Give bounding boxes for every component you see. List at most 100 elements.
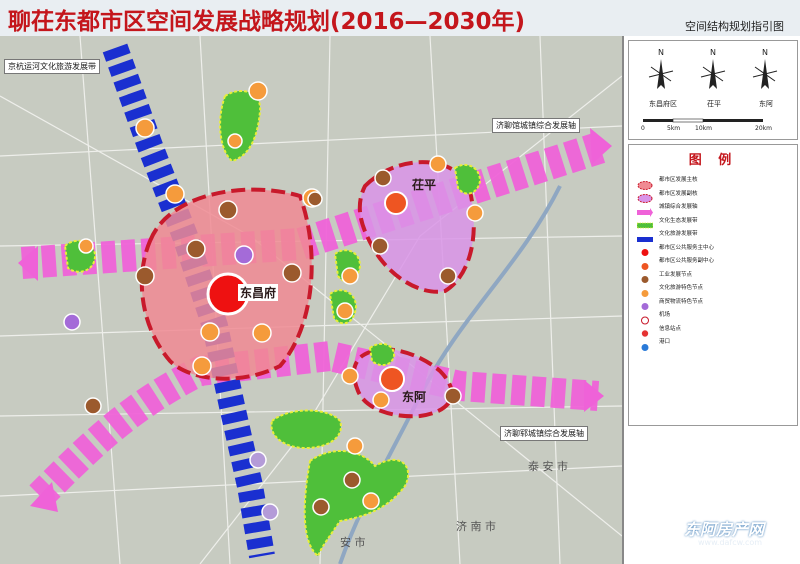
legend-item: 港口 <box>637 335 793 351</box>
watermark-url: www.dafcw.com <box>698 538 763 547</box>
svg-text:N: N <box>762 48 768 57</box>
north-center-dot <box>384 191 408 215</box>
eco-patch-5 <box>368 342 395 367</box>
legend-item-label: 都市区公共服务副中心 <box>659 258 715 264</box>
legend-item-label: 文化生态发展带 <box>659 217 698 224</box>
logistics-node <box>261 503 279 521</box>
compass-label-1: 东昌府区 <box>649 100 677 108</box>
legend-item-label: 城镇综合发展轴 <box>659 204 698 210</box>
industry-node <box>374 169 392 187</box>
north-city-label: 茌平 <box>412 178 437 192</box>
culture-node <box>248 81 268 101</box>
scale-bar <box>643 118 763 123</box>
title-bar: 聊茌东都市区空间发展战略规划(2016—2030年) 空间结构规划指引图 <box>0 0 800 36</box>
east-city-label: 东阿 <box>402 390 427 404</box>
compass-label-3: 东阿 <box>759 100 773 108</box>
watermark-text: 东阿房产网 <box>684 520 765 539</box>
legend-item-label: 文化旅游特色节点 <box>659 285 704 291</box>
legend-item: 信息站点 <box>637 322 793 338</box>
industry-node <box>439 267 457 285</box>
legend-item: 都市区发展副核 <box>637 187 793 203</box>
industry-node <box>312 498 330 516</box>
house-logo-icon <box>642 520 682 554</box>
culture-node <box>466 204 484 222</box>
eco-corridor-icon <box>636 215 654 229</box>
logistics-node <box>63 313 81 331</box>
legend-item: 工业发展节点 <box>637 268 793 283</box>
legend-item: 文化旅游特色节点 <box>637 281 793 297</box>
east-center-dot <box>379 366 405 392</box>
an-label: 安 市 <box>340 536 366 549</box>
legend-item-label: 商贸物流特色节点 <box>659 298 704 305</box>
culture-node <box>429 155 447 173</box>
scale-label-10: 10km <box>695 125 712 132</box>
culture-node <box>346 437 364 455</box>
culture-node <box>200 322 220 342</box>
legend-item: 文化生态发展带 <box>636 214 793 229</box>
legend-item-label: 信息站点 <box>659 325 682 332</box>
orange-dot-icon <box>637 283 653 297</box>
map-subtitle: 空间结构规划指引图 <box>685 20 784 33</box>
purple-dot-icon <box>637 296 653 310</box>
culture-node <box>336 302 354 320</box>
culture-node <box>341 367 359 385</box>
industry-node <box>343 471 361 489</box>
culture-node <box>192 356 212 376</box>
industry-node <box>371 237 389 255</box>
culture-node <box>227 133 243 149</box>
map-canvas <box>0 36 622 564</box>
svg-text:N: N <box>658 48 664 57</box>
red-dot-icon <box>637 242 653 256</box>
legend-item: 都市区公共服务主中心 <box>637 241 793 256</box>
culture-node <box>165 184 185 204</box>
industry-node <box>444 387 462 405</box>
jinan-label: 济 南 市 <box>456 520 496 533</box>
legend-item-label: 工业发展节点 <box>659 271 693 278</box>
map-area[interactable]: 京杭运河文化旅游发展带 济聊馆城镇综合发展轴 济聊郓城镇综合发展轴 东昌府 茌平… <box>0 36 622 564</box>
logistics-node <box>234 245 254 265</box>
brown-dot-icon <box>637 269 653 283</box>
north-arrow-icon: N <box>752 48 778 89</box>
main-city-label: 东昌府 <box>238 284 279 301</box>
compass-label-2: 茌平 <box>707 100 721 108</box>
canal-axis-label: 京杭运河文化旅游发展带 <box>4 59 100 74</box>
sub-area-icon <box>637 188 653 203</box>
legend-item: 文化旅游发展带 <box>637 227 793 242</box>
north-arrow-icon: N <box>648 48 674 89</box>
culture-node <box>252 323 272 343</box>
logistics-node <box>249 451 267 469</box>
scale-label-0: 0 <box>641 125 645 132</box>
scale-label-20: 20km <box>755 125 772 132</box>
port-icon <box>637 337 653 351</box>
legend-item: 都市区公共服务副中心 <box>637 254 793 270</box>
culture-node <box>362 492 380 510</box>
legend-panel: N N N 东昌府区 茌平 东阿 0 5km 10km 20km 图 例 都市区… <box>622 36 800 564</box>
legend-item-label: 都市区发展副核 <box>659 190 698 197</box>
legend-item: 商贸物流特色节点 <box>637 295 793 310</box>
compass-box: N N N 东昌府区 茌平 东阿 0 5km 10km 20km <box>628 40 798 140</box>
north-arrow-icon: N <box>700 48 726 89</box>
main-area-icon <box>637 175 653 190</box>
legend-item: 机场 <box>637 308 793 324</box>
taian-label: 泰 安 市 <box>528 460 568 473</box>
map-title: 聊茌东都市区空间发展战略规划(2016—2030年) <box>8 9 526 35</box>
legend-item-label: 机场 <box>659 312 671 318</box>
culture-node <box>78 238 94 254</box>
orange-red-dot-icon <box>637 256 653 270</box>
south-axis-label: 济聊郓城镇综合发展轴 <box>500 426 588 441</box>
culture-node <box>135 118 155 138</box>
culture-belt-icon <box>637 229 653 242</box>
north-axis-label: 济聊馆城镇综合发展轴 <box>492 118 580 133</box>
industry-node <box>307 191 323 207</box>
watermark: 东阿房产网 www.dafcw.com <box>638 514 796 560</box>
industry-node <box>186 239 206 259</box>
airport-icon <box>637 310 653 324</box>
town-axis-icon <box>637 202 653 217</box>
scale-label-5: 5km <box>667 125 681 132</box>
legend-item: 城镇综合发展轴 <box>637 200 793 217</box>
culture-node <box>341 267 359 285</box>
culture-node <box>372 391 390 409</box>
legend-box: 图 例 都市区发展主核 都市区发展副核 城镇综合发展轴 文化生态发展带 文化旅游发展带都… <box>628 144 798 426</box>
industry-node <box>84 397 102 415</box>
legend-item-label: 都市区发展主核 <box>659 177 698 183</box>
